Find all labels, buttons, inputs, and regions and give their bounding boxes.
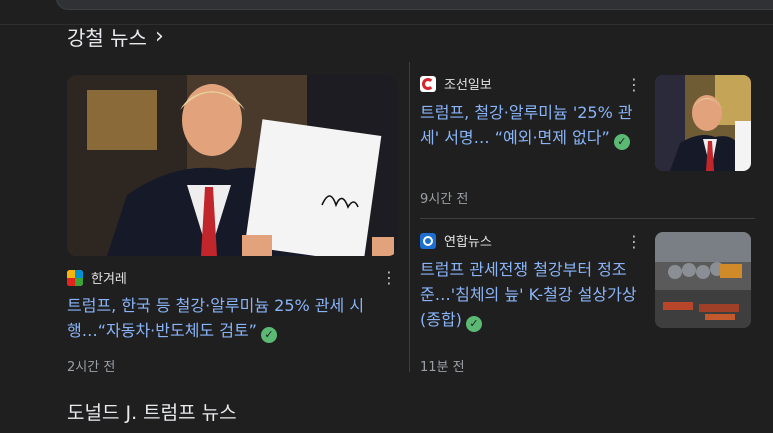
article-3-source[interactable]: 연합뉴스: [420, 231, 492, 250]
article-3-photo: [655, 232, 751, 328]
article-1-source[interactable]: 한겨레: [67, 268, 127, 287]
article-2-headline[interactable]: 트럼프, 철강·알루미늄 '25% 관세' 서명… “예외·면제 없다” ✓: [420, 100, 646, 150]
article-1-thumbnail[interactable]: [67, 75, 398, 256]
article-1-headline[interactable]: 트럼프, 한국 등 철강·알루미늄 25% 관세 시행…“자동차·반도체도 검토…: [67, 293, 397, 343]
hani-logo-icon: [67, 269, 83, 286]
yonhap-logo-icon: [420, 232, 436, 249]
row-divider: [420, 218, 755, 219]
article-2-source-name: 조선일보: [444, 78, 492, 93]
chosun-logo-icon: [420, 75, 436, 92]
article-2-time: 9시간 전: [420, 192, 469, 207]
search-box-edge[interactable]: [56, 0, 773, 10]
article-3-headline-text: 트럼프 관세전쟁 철강부터 정조준…'침체의 늪' K-철강 설상가상(종합): [420, 260, 637, 329]
section-title: 강철 뉴스: [67, 26, 147, 50]
article-2-headline-text: 트럼프, 철강·알루미늄 '25% 관세' 서명… “예외·면제 없다”: [420, 103, 633, 147]
column-divider: [409, 62, 410, 372]
article-2-source[interactable]: 조선일보: [420, 74, 492, 93]
article-2-thumbnail[interactable]: [655, 75, 751, 171]
verified-check-icon: ✓: [465, 316, 482, 332]
article-1-photo: [67, 75, 398, 256]
next-section-title[interactable]: 도널드 J. 트럼프 뉴스: [67, 398, 237, 425]
verified-check-icon: ✓: [260, 327, 277, 343]
chevron-right-icon: ›: [154, 23, 164, 49]
article-2-photo: [655, 75, 751, 171]
article-1-time: 2시간 전: [67, 360, 116, 375]
more-vert-icon[interactable]: ⋮: [626, 234, 642, 250]
section-header[interactable]: 강철 뉴스 ›: [67, 22, 164, 51]
article-1-headline-text: 트럼프, 한국 등 철강·알루미늄 25% 관세 시행…“자동차·반도체도 검토…: [67, 296, 365, 340]
verified-check-icon: ✓: [613, 134, 630, 150]
article-3-source-name: 연합뉴스: [444, 235, 492, 250]
article-3-time: 11분 전: [420, 360, 465, 375]
article-3-thumbnail[interactable]: [655, 232, 751, 328]
article-3-headline[interactable]: 트럼프 관세전쟁 철강부터 정조준…'침체의 늪' K-철강 설상가상(종합) ✓: [420, 257, 646, 332]
article-1-source-name: 한겨레: [91, 272, 127, 287]
more-vert-icon[interactable]: ⋮: [626, 77, 642, 93]
more-vert-icon[interactable]: ⋮: [381, 270, 397, 286]
